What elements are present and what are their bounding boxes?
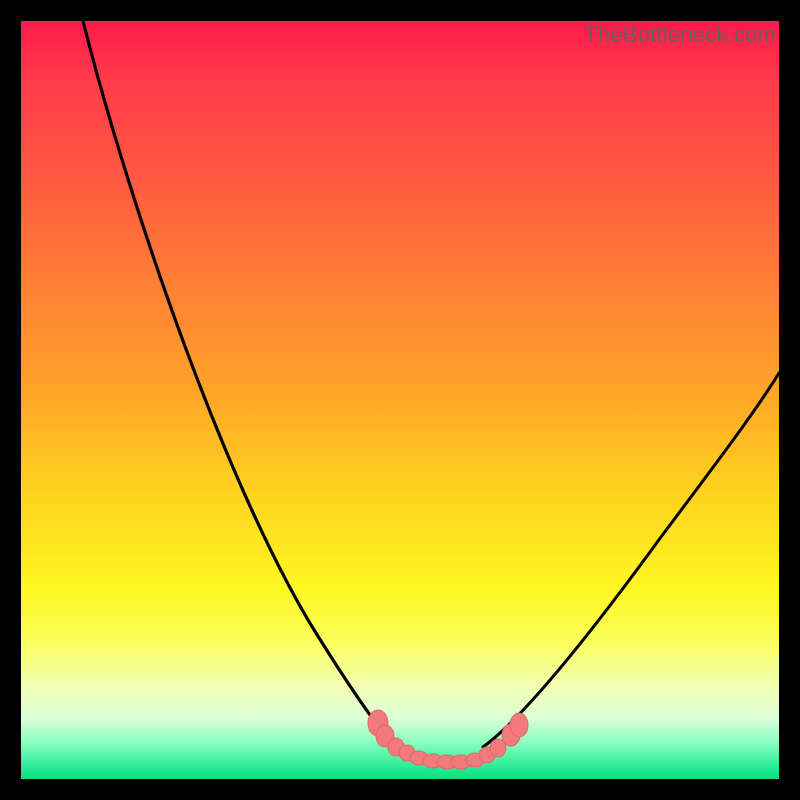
chart-frame: TheBottleneck.com	[0, 0, 800, 800]
bottom-dots-group	[368, 710, 528, 769]
left-curve	[83, 21, 393, 745]
chart-svg	[21, 21, 779, 779]
right-curve	[483, 373, 779, 747]
watermark-label: TheBottleneck.com	[584, 22, 776, 48]
chart-plot-area	[21, 21, 779, 779]
